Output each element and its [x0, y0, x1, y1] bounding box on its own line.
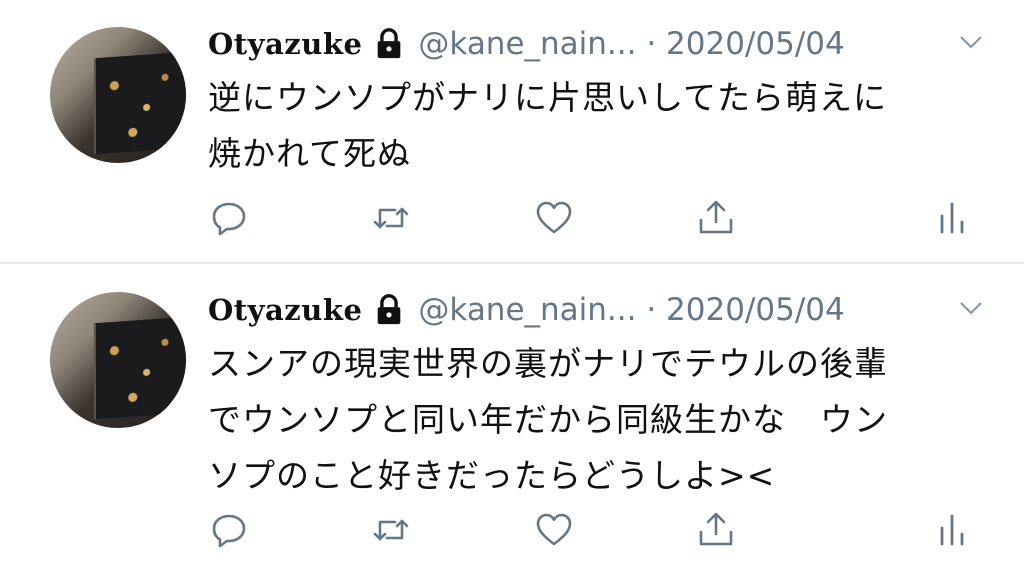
tweet-text: スンアの現実世界の裏がナリでテウルの後輩 でウンソプと同い年だから同級生かな ウ…: [208, 336, 998, 504]
tweet-header: Otyazuke @kane_nain... · 2020/05/04: [208, 24, 988, 64]
heart-icon: [536, 201, 572, 234]
handle-and-date[interactable]: @kane_nain... · 2020/05/04: [418, 292, 844, 328]
avatar[interactable]: [50, 292, 186, 428]
tweet-text-line: 逆にウンソプがナリに片思いしてたら萌えに: [208, 78, 888, 117]
retweet-button[interactable]: [369, 196, 413, 240]
tweet-header: Otyazuke @kane_nain... · 2020/05/04: [208, 290, 988, 330]
display-name[interactable]: Otyazuke: [208, 293, 362, 327]
heart-icon: [536, 513, 572, 546]
analytics-button[interactable]: [930, 196, 974, 240]
like-button[interactable]: [532, 508, 576, 552]
chevron-down-icon[interactable]: [958, 32, 984, 52]
analytics-icon: [940, 202, 964, 234]
display-name[interactable]: Otyazuke: [208, 27, 362, 61]
lock-icon: [378, 28, 401, 59]
analytics-icon: [940, 514, 964, 546]
tweet-actions: [0, 196, 1024, 240]
share-icon: [699, 200, 733, 234]
tweet-actions: [0, 508, 1024, 552]
tweet-text-line: ソプのこと好きだったらどうしよ><: [208, 456, 776, 495]
chevron-down-icon[interactable]: [958, 298, 984, 318]
tweet[interactable]: Otyazuke @kane_nain... · 2020/05/04 逆にウン…: [0, 0, 1024, 262]
retweet-icon: [373, 519, 409, 541]
reply-icon: [212, 202, 246, 236]
share-button[interactable]: [694, 508, 738, 552]
reply-icon: [212, 514, 246, 548]
reply-button[interactable]: [207, 508, 251, 552]
like-button[interactable]: [532, 196, 576, 240]
analytics-button[interactable]: [930, 508, 974, 552]
share-icon: [699, 512, 733, 546]
avatar[interactable]: [50, 27, 186, 163]
tweet-text-line: 焼かれて死ぬ: [208, 134, 412, 173]
lock-icon: [378, 294, 401, 325]
tweet[interactable]: Otyazuke @kane_nain... · 2020/05/04 スンアの…: [0, 264, 1024, 574]
avatar-image: [94, 316, 186, 420]
reply-button[interactable]: [207, 196, 251, 240]
tweet-text-line: でウンソプと同い年だから同級生かな ウン: [208, 400, 888, 439]
tweet-text-line: スンアの現実世界の裏がナリでテウルの後輩: [208, 344, 888, 383]
retweet-button[interactable]: [369, 508, 413, 552]
tweet-text: 逆にウンソプがナリに片思いしてたら萌えに 焼かれて死ぬ: [208, 70, 998, 182]
handle-and-date[interactable]: @kane_nain... · 2020/05/04: [418, 26, 844, 62]
retweet-icon: [373, 207, 409, 229]
avatar-image: [94, 51, 186, 155]
share-button[interactable]: [694, 196, 738, 240]
